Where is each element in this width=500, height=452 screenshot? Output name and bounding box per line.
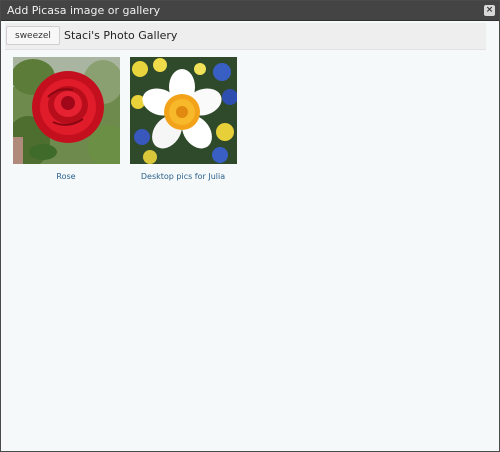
album-item-rose[interactable]: Rose [12, 57, 120, 182]
dialog-titlebar: Add Picasa image or gallery × [1, 1, 499, 21]
dialog-title: Add Picasa image or gallery [7, 4, 161, 17]
album-caption[interactable]: Rose [12, 172, 120, 182]
close-icon[interactable]: × [484, 5, 495, 16]
user-button[interactable]: sweezel [6, 26, 60, 45]
picasa-dialog: Add Picasa image or gallery × sweezel St… [0, 0, 500, 452]
album-caption[interactable]: Desktop pics for Julia [129, 172, 237, 182]
gallery-title: Staci's Photo Gallery [64, 29, 178, 42]
daffodil-flowers-photo-icon[interactable] [129, 57, 237, 164]
album-item-desktop-pics[interactable]: Desktop pics for Julia [129, 57, 237, 182]
red-rose-photo-icon[interactable] [12, 57, 120, 164]
gallery-toolbar: sweezel Staci's Photo Gallery [5, 23, 486, 50]
